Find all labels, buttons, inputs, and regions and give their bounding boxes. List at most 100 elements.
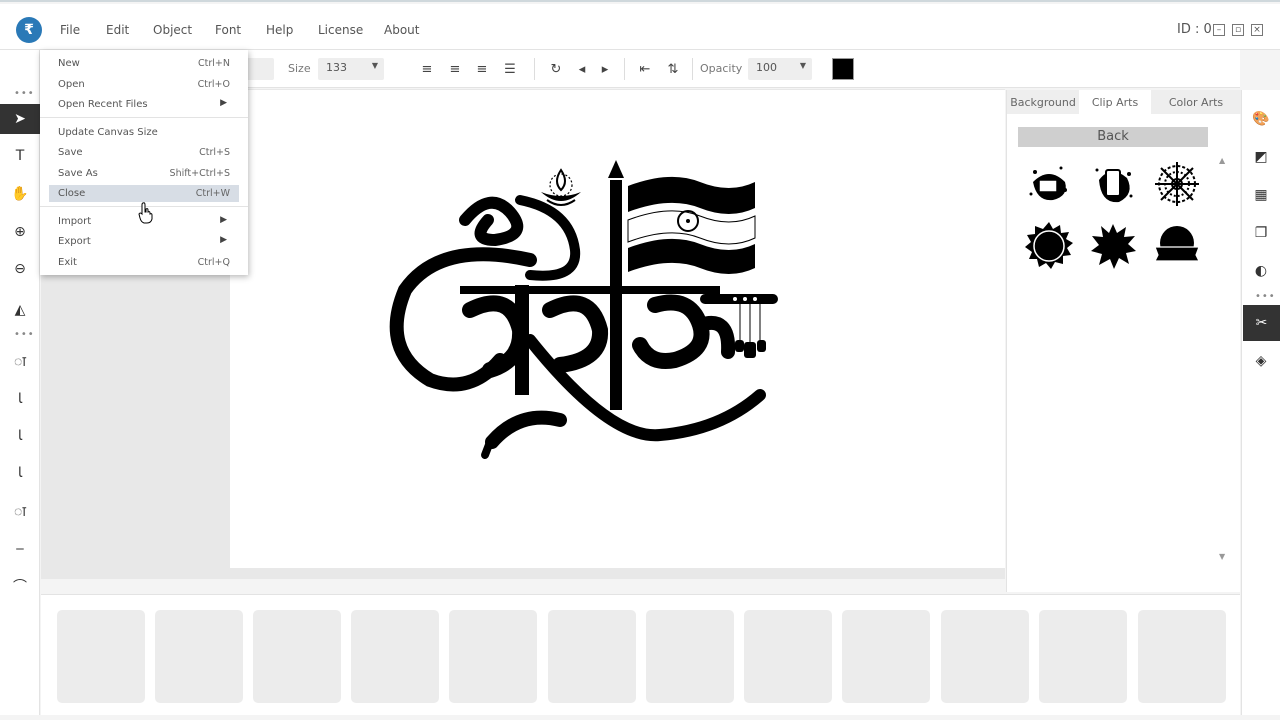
glyph-matra-1-icon[interactable]: ा (8, 349, 32, 373)
page-thumbnail[interactable] (57, 610, 145, 703)
app-logo-icon: ₹ (16, 17, 42, 43)
page-thumbnail[interactable] (155, 610, 243, 703)
page-thumbnail[interactable] (351, 610, 439, 703)
clip-art-panel: Background Clip Arts Color Arts Back ▲ ▼ (1006, 90, 1241, 592)
file-menu-export[interactable]: Export ▶ (49, 233, 239, 250)
hand-tool-icon[interactable]: ✋ (8, 182, 32, 206)
select-tool-icon[interactable]: ➤ (0, 104, 40, 134)
zoom-in-icon[interactable]: ⊕ (8, 220, 32, 244)
menu-bar: ₹ File Edit Object Font Help License Abo… (0, 4, 1280, 50)
clip-art-ink-blot[interactable] (1087, 220, 1139, 272)
page-thumbnail[interactable] (744, 610, 832, 703)
opacity-select[interactable]: 100 ▼ (748, 58, 812, 80)
align-justify-icon[interactable]: ☰ (501, 60, 519, 78)
copy-icon[interactable]: ❐ (1248, 220, 1274, 246)
scroll-up-icon[interactable]: ▲ (1219, 156, 1225, 165)
minimize-icon[interactable]: – (1213, 24, 1225, 36)
chevron-down-icon: ▼ (371, 61, 378, 70)
glyph-matra-3-icon[interactable]: ﺎ (8, 424, 32, 448)
glyph-stroke-1-icon[interactable]: ‒ (8, 537, 32, 561)
size-value: 133 (326, 61, 347, 74)
file-menu-new[interactable]: New Ctrl+N (49, 55, 239, 72)
app-window: ₹ File Edit Object Font Help License Abo… (0, 0, 1280, 720)
file-menu-exit[interactable]: Exit Ctrl+Q (49, 254, 239, 271)
page-thumbnail[interactable] (842, 610, 930, 703)
page-thumbnail[interactable] (1138, 610, 1226, 703)
page-thumbnail[interactable] (449, 610, 537, 703)
opacity-value: 100 (756, 61, 777, 74)
scroll-down-icon[interactable]: ▼ (1219, 552, 1225, 561)
drag-handle-icon: ••• (1255, 291, 1276, 302)
menu-file[interactable]: File (60, 23, 80, 37)
back-button[interactable]: Back (1018, 127, 1208, 147)
font-field[interactable] (244, 58, 274, 80)
page-thumbnail[interactable] (646, 610, 734, 703)
close-window-icon[interactable]: × (1251, 24, 1263, 36)
page-thumbnail[interactable] (1039, 610, 1127, 703)
contrast-icon[interactable]: ◐ (1248, 258, 1274, 284)
restore-icon[interactable]: ▫ (1232, 24, 1244, 36)
menu-license[interactable]: License (318, 23, 363, 37)
palette-icon[interactable]: 🎨 (1248, 106, 1274, 132)
clip-art-ink-splash-frame[interactable] (1023, 158, 1075, 210)
menu-help[interactable]: Help (266, 23, 293, 37)
layout-icon[interactable]: ▦ (1248, 182, 1274, 208)
file-menu-save-as[interactable]: Save As Shift+Ctrl+S (49, 165, 239, 182)
menu-object[interactable]: Object (153, 23, 192, 37)
layers-icon[interactable]: ◈ (1248, 348, 1274, 374)
align-left-icon[interactable]: ≡ (418, 60, 436, 78)
arrow-left-icon[interactable]: ◂ (573, 60, 591, 78)
toolbar-divider (624, 58, 625, 80)
menu-about[interactable]: About (384, 23, 419, 37)
flip-vertical-icon[interactable]: ⇅ (664, 60, 682, 78)
clip-art-icon[interactable]: ✂ (1243, 305, 1280, 341)
shapes-tool-icon[interactable]: ◭ (8, 298, 32, 322)
menu-divider (40, 117, 248, 118)
drag-handle-icon: ••• (14, 329, 35, 340)
tab-color-arts[interactable]: Color Arts (1151, 90, 1241, 114)
toolbar-divider (534, 58, 535, 80)
opacity-label: Opacity (700, 62, 743, 75)
menu-edit[interactable]: Edit (106, 23, 129, 37)
arrow-right-icon[interactable]: ▸ (596, 60, 614, 78)
glyph-matra-5-icon[interactable]: ा (8, 499, 32, 523)
page-thumbnail[interactable] (548, 610, 636, 703)
menu-font[interactable]: Font (215, 23, 241, 37)
align-right-icon[interactable]: ≡ (473, 60, 491, 78)
flip-horizontal-icon[interactable]: ⇤ (636, 60, 654, 78)
chevron-down-icon: ▼ (799, 61, 806, 70)
tab-background[interactable]: Background (1007, 90, 1079, 114)
right-icon-bar: 🎨 ◩ ▦ ❐ ◐ ••• ✂ ◈ (1241, 90, 1280, 715)
diya-lamp-icon (541, 168, 581, 206)
tab-clip-arts[interactable]: Clip Arts (1079, 90, 1151, 114)
file-menu-close[interactable]: Close Ctrl+W (49, 185, 239, 202)
rotate-icon[interactable]: ↻ (547, 60, 565, 78)
glyph-matra-2-icon[interactable]: ﺎ (8, 387, 32, 411)
calligraphy-artwork[interactable] (230, 90, 1005, 568)
shapes-icon[interactable]: ◩ (1248, 144, 1274, 170)
clip-art-ribbon-badge[interactable] (1151, 220, 1203, 272)
page-thumbnail[interactable] (941, 610, 1029, 703)
left-tool-bar: ••• ➤ T ✋ ⊕ ⊖ ◭ ••• ा ﺎ ﺎ ﺎ ा ‒ ⌒ (0, 50, 40, 715)
file-menu-open-recent[interactable]: Open Recent Files ▶ (49, 96, 239, 113)
file-menu-update-canvas-size[interactable]: Update Canvas Size (49, 124, 239, 141)
glyph-matra-4-icon[interactable]: ﺎ (8, 461, 32, 485)
size-select[interactable]: 133 ▼ (318, 58, 384, 80)
clip-art-floral-mandala[interactable] (1151, 158, 1203, 210)
file-menu-save[interactable]: Save Ctrl+S (49, 144, 239, 161)
zoom-out-icon[interactable]: ⊖ (8, 257, 32, 281)
page-thumbnail[interactable] (253, 610, 341, 703)
file-menu-open[interactable]: Open Ctrl+O (49, 76, 239, 93)
flag-pole (610, 180, 622, 410)
fill-color-swatch[interactable] (832, 58, 854, 80)
clip-art-ink-splash-phone[interactable] (1087, 158, 1139, 210)
submenu-arrow-icon: ▶ (220, 98, 227, 108)
drag-handle-icon: ••• (14, 88, 35, 99)
id-label: ID : 0 (1177, 22, 1212, 37)
design-canvas[interactable] (230, 90, 1005, 568)
page-thumbnails (41, 594, 1240, 715)
glyph-stroke-2-icon[interactable]: ⌒ (8, 574, 32, 598)
text-tool-icon[interactable]: T (8, 144, 32, 168)
align-center-icon[interactable]: ≡ (446, 60, 464, 78)
clip-art-sun-badge[interactable] (1023, 220, 1075, 272)
